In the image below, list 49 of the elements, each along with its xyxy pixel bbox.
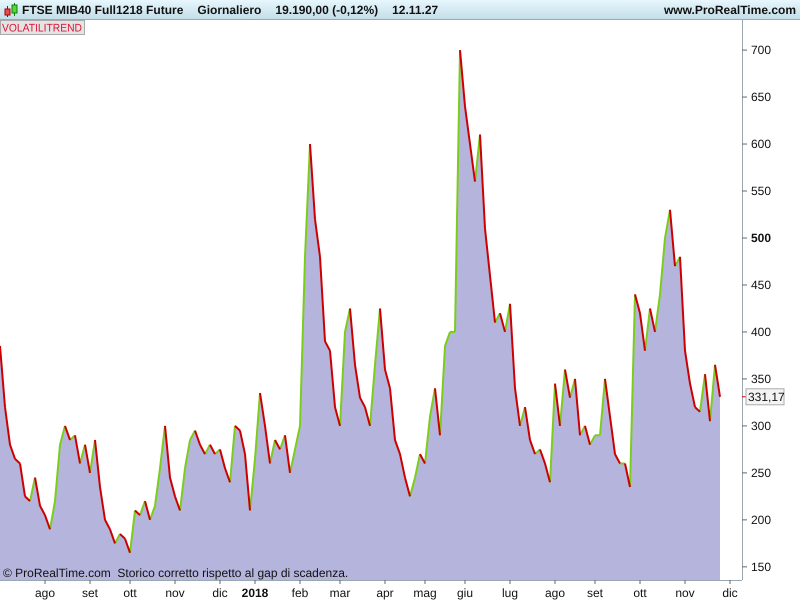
instrument-title: FTSE MIB40 Full1218 Future (22, 2, 184, 16)
x-axis-label: apr (376, 586, 394, 600)
y-tick-label: 700 (751, 43, 772, 58)
x-axis-label: ott (123, 586, 137, 600)
x-axis-label: giu (457, 586, 473, 600)
y-axis-tick: 250 (742, 466, 772, 480)
y-tick-label: 600 (751, 137, 772, 152)
y-axis-tick: 700 (742, 43, 772, 58)
y-axis-tick: 200 (742, 512, 772, 527)
y-axis-tick: 150 (742, 560, 772, 574)
x-axis-label: set (82, 586, 98, 600)
y-tick-label: 250 (751, 466, 772, 480)
y-tick-label: 350 (751, 372, 772, 386)
x-axis-label: mar (330, 586, 350, 600)
period-label: Giornaliero (197, 2, 262, 16)
website-label: www.ProRealTime.com (664, 2, 796, 16)
x-axis-label: nov (675, 586, 695, 600)
price-label: 19.190,00 (-0,12%) (275, 2, 378, 16)
indicator-label: VOLATILITREND (0, 20, 88, 35)
y-tick-label: 650 (751, 90, 772, 104)
y-tick-label: 450 (751, 278, 772, 292)
y-tick-label: 200 (751, 512, 772, 527)
x-axis-label: feb (292, 586, 308, 600)
x-axis-label: ott (633, 586, 647, 600)
y-tick-label: 500 (751, 230, 772, 245)
y-axis-tick: 550 (742, 184, 772, 198)
y-tick-label: 150 (751, 560, 772, 574)
y-tick-label: 550 (751, 184, 772, 198)
y-axis-tick: 400 (742, 324, 772, 339)
y-axis-tick: 500 (742, 230, 772, 245)
y-axis-tick: 450 (742, 278, 772, 292)
time-label: 12.11.27 (392, 2, 438, 16)
x-axis-label: mag (413, 586, 437, 600)
x-axis-label: 2018 (242, 586, 268, 600)
x-axis-label: lug (502, 586, 518, 600)
x-axis-label: nov (165, 586, 185, 600)
x-axis-label: ago (34, 586, 56, 600)
x-axis-label: set (587, 586, 603, 600)
y-axis-tick: 350 (742, 372, 772, 386)
candlestick-icon (4, 2, 18, 16)
y-axis-tick: 650 (742, 90, 772, 104)
y-tick-label: 400 (751, 324, 772, 339)
y-tick-label: 300 (751, 418, 772, 433)
y-axis-tick: 300 (742, 418, 772, 433)
y-axis-tick: 600 (742, 137, 772, 152)
x-axis-label: dic (212, 586, 228, 600)
x-axis-label: dic (722, 586, 738, 600)
x-axis-label: ago (544, 586, 566, 600)
footer-note: © ProRealTime.com Storico corretto rispetto al gap di scadenza. (3, 566, 348, 580)
